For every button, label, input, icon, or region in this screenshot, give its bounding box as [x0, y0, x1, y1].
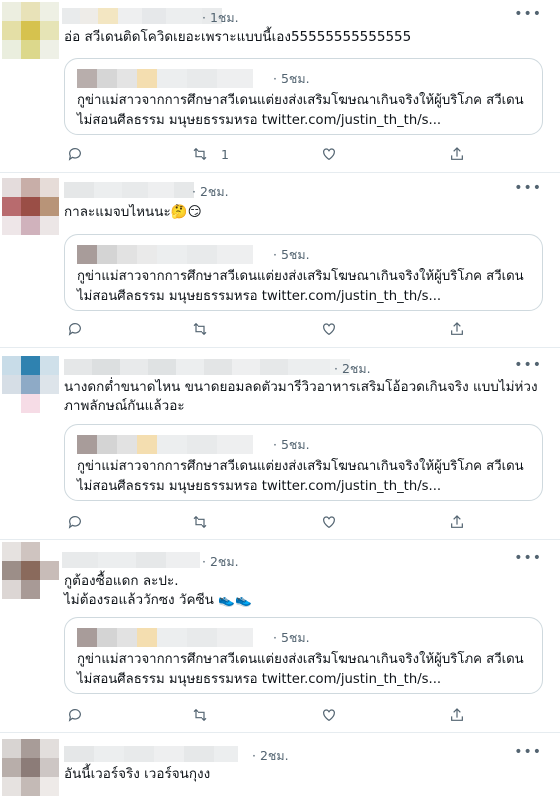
share-icon	[451, 515, 463, 528]
more-options-icon[interactable]: •••	[514, 550, 542, 566]
share-button[interactable]	[449, 319, 465, 339]
quoted-tweet-text: กูข่าแม่สาวจากการศึกษาสวีเดนแต่ยงส่งเสริ…	[77, 652, 524, 687]
heart-icon	[323, 516, 335, 529]
tweet[interactable]: · 1ชม. ••• อ่อ สวีเดนติดโควิดเยอะเพราะแบ…	[0, 0, 560, 173]
more-options-icon[interactable]: •••	[514, 6, 542, 22]
quoted-tweet-time: · 5ชม.	[273, 630, 310, 645]
user-name-redacted[interactable]	[64, 746, 238, 762]
avatar[interactable]	[2, 2, 59, 59]
user-name-redacted[interactable]	[62, 8, 222, 24]
like-button[interactable]	[321, 144, 350, 164]
more-options-icon[interactable]: •••	[514, 180, 542, 196]
tweet-text: กาละแมจบไหนนะ🤔😏	[64, 204, 202, 220]
like-button[interactable]	[321, 512, 337, 532]
quoted-user-name-redacted	[77, 628, 253, 647]
user-name-redacted[interactable]	[62, 552, 200, 568]
quoted-tweet-time: · 5ชม.	[273, 437, 310, 452]
quoted-tweet-text: กูข่าแม่สาวจากการศึกษาสวีเดนแต่ยงส่งเสริ…	[77, 269, 524, 304]
more-options-icon[interactable]: •••	[514, 744, 542, 760]
quoted-tweet-time: · 5ชม.	[273, 247, 310, 262]
reply-icon	[68, 709, 81, 722]
reply-icon	[68, 148, 81, 161]
tweet-time[interactable]: · 2ชม.	[192, 182, 229, 202]
more-options-icon[interactable]: •••	[514, 357, 542, 373]
tweet[interactable]: · 2ชม. ••• กูต้องซื้อแดก ละปะ. ไม่ต้องรอ…	[0, 540, 560, 733]
quoted-user-name-redacted	[77, 245, 253, 264]
share-button[interactable]	[449, 144, 465, 164]
quoted-user-name-redacted	[77, 435, 253, 454]
share-button[interactable]	[449, 512, 465, 532]
retweet-icon	[193, 708, 207, 722]
quoted-tweet-text: กูข่าแม่สาวจากการศึกษาสวีเดนแต่ยงส่งเสริ…	[77, 459, 524, 494]
quoted-tweet[interactable]: · 5ชม. กูข่าแม่สาวจากการศึกษาสวีเดนแต่ยง…	[64, 424, 543, 501]
quoted-tweet[interactable]: · 5ชม. กูข่าแม่สาวจากการศึกษาสวีเดนแต่ยง…	[64, 617, 543, 694]
avatar[interactable]	[2, 178, 59, 235]
heart-icon	[323, 323, 335, 336]
reply-button[interactable]	[67, 705, 83, 725]
tweet-time[interactable]: · 1ชม.	[202, 8, 239, 28]
tweet-text: กูต้องซื้อแดก ละปะ. ไม่ต้องรอแล้ววักซง ว…	[64, 573, 252, 608]
tweet-time[interactable]: · 2ชม.	[252, 746, 289, 766]
reply-button[interactable]	[67, 319, 83, 339]
tweet-actions: 1	[64, 144, 484, 164]
retweet-icon	[193, 515, 207, 529]
tweet-time[interactable]: · 2ชม.	[202, 552, 239, 572]
tweet[interactable]: · 2ชม. ••• กาละแมจบไหนนะ🤔😏 · 5ชม. กูข่าแ…	[0, 173, 560, 348]
reply-button[interactable]	[67, 512, 83, 532]
tweet-text: อันนี้เวอร์จริง เวอร์จนกุงง	[64, 766, 211, 782]
quoted-tweet-time: · 5ชม.	[273, 71, 310, 86]
retweet-button[interactable]	[192, 319, 208, 339]
user-name-redacted[interactable]	[64, 182, 194, 198]
retweet-icon	[193, 147, 207, 161]
like-button[interactable]	[321, 705, 337, 725]
reply-icon	[68, 516, 81, 529]
quoted-tweet[interactable]: · 5ชม. กูข่าแม่สาวจากการศึกษาสวีเดนแต่ยง…	[64, 58, 543, 135]
retweet-icon	[193, 322, 207, 336]
avatar[interactable]	[2, 739, 59, 796]
tweet[interactable]: · 2ชม. ••• อันนี้เวอร์จริง เวอร์จนกุงง	[0, 733, 560, 798]
reply-icon	[68, 323, 81, 336]
retweet-button[interactable]	[192, 512, 208, 532]
tweet[interactable]: · 2ชม. ••• นางดกต่ำขนาดไหน ขนาดยอมลดตัวม…	[0, 348, 560, 540]
tweet-actions	[64, 512, 484, 532]
avatar[interactable]	[2, 542, 59, 599]
heart-icon	[323, 148, 335, 161]
share-icon	[451, 708, 463, 721]
reply-button[interactable]	[67, 144, 96, 164]
share-icon	[451, 147, 463, 160]
share-icon	[451, 322, 463, 335]
share-button[interactable]	[449, 705, 465, 725]
heart-icon	[323, 709, 335, 722]
tweet-text: อ่อ สวีเดนติดโควิดเยอะเพราะแบบนี้เอง5555…	[64, 29, 412, 45]
quoted-tweet[interactable]: · 5ชม. กูข่าแม่สาวจากการศึกษาสวีเดนแต่ยง…	[64, 234, 543, 311]
avatar[interactable]	[2, 356, 59, 413]
retweet-button[interactable]	[192, 705, 208, 725]
quoted-user-name-redacted	[77, 69, 253, 88]
tweet-actions	[64, 705, 484, 725]
tweet-text: นางดกต่ำขนาดไหน ขนาดยอมลดตัวมารีวิวอาหาร…	[64, 379, 538, 414]
tweet-actions	[64, 319, 484, 339]
like-button[interactable]	[321, 319, 337, 339]
retweet-count: 1	[221, 146, 229, 162]
tweet-time[interactable]: · 2ชม.	[334, 359, 371, 379]
user-name-redacted[interactable]	[64, 359, 350, 375]
quoted-tweet-text: กูข่าแม่สาวจากการศึกษาสวีเดนแต่ยงส่งเสริ…	[77, 93, 524, 128]
retweet-button[interactable]: 1	[192, 144, 229, 164]
